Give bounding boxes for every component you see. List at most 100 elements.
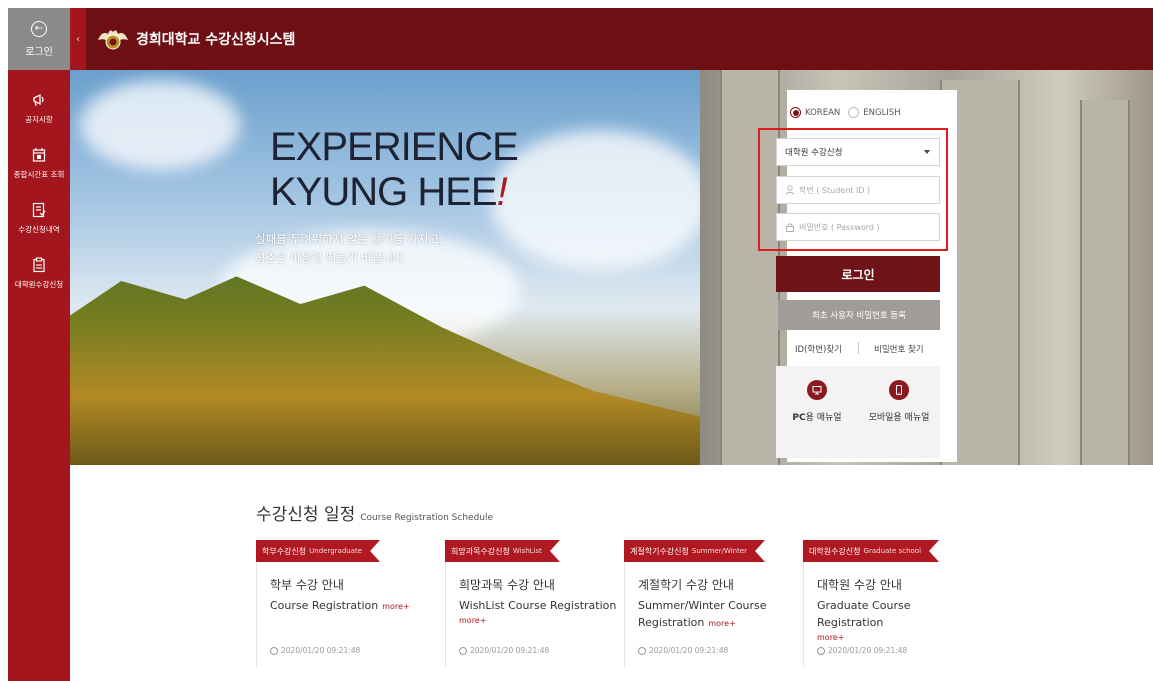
card-title-en-line2: Registration more+: [638, 614, 798, 632]
card-title-en-text: Course Registration: [270, 599, 379, 612]
hero-title-exclamation: !: [496, 170, 508, 214]
hero-cloud: [490, 130, 710, 270]
card-tag-ko: 희망과목수강신청: [451, 546, 510, 556]
schedule-card-seasonal: 계절학기수강신청 Summer/Winter 계절학기 수강 안내 Summer/…: [624, 540, 794, 670]
card-date-text: 2020/01/20 09:21:48: [649, 646, 729, 655]
card-divider: [624, 562, 625, 667]
card-tag-en: Undergraduate: [309, 547, 363, 555]
card-tag-ko: 계절학기수강신청: [630, 546, 689, 556]
schedule-card-graduate: 대학원수강신청 Graduate school 대학원 수강 안내 Graduat…: [803, 540, 973, 670]
pc-manual-rest: 용 매뉴얼: [805, 413, 842, 423]
card-title-en: Graduate Course Registration: [817, 599, 911, 629]
card-title-en: Course Registration more+: [270, 597, 430, 615]
login-button[interactable]: 로그인: [776, 256, 940, 292]
sidebar-item-label: 공지사항: [25, 115, 53, 124]
card-body: 계절학기 수강 안내 Summer/Winter Course Registra…: [638, 576, 798, 632]
hero-title-line2: KYUNG HEE: [270, 170, 498, 214]
radio-checked-icon: [790, 107, 801, 118]
card-title-ko: 희망과목 수강 안내: [459, 578, 555, 592]
card-tag-en: Graduate school: [863, 547, 922, 555]
card-date-text: 2020/01/20 09:21:48: [470, 646, 550, 655]
hero-subtitle: 실패를 두려워하지 않는 용기를 가지고, 청춘은 마음껏 뛰놀기 바랍니다.: [255, 230, 443, 268]
clock-icon: [817, 646, 825, 655]
header-title: 경희대학교 수강신청시스템: [136, 32, 296, 48]
schedule-card-undergraduate: 학부수강신청 Undergraduate 학부 수강 안내 Course Regi…: [256, 540, 426, 670]
card-body: 대학원 수강 안내 Graduate Course Registration m…: [817, 576, 977, 642]
card-more-link[interactable]: more+: [817, 633, 977, 642]
card-tag-ko: 학부수강신청: [262, 546, 307, 556]
language-selector: KOREAN ENGLISH: [790, 107, 909, 118]
card-date-text: 2020/01/20 09:21:48: [828, 646, 908, 655]
hero-title: EXPERIENCE KYUNG HEE!: [270, 125, 519, 215]
building-tower: [1080, 100, 1130, 465]
pc-manual-button[interactable]: PC용 매뉴얼: [776, 366, 858, 458]
sidebar-login-button[interactable]: ← 로그인: [8, 8, 70, 70]
schedule-title-ko: 수강신청 일정: [256, 505, 356, 525]
highlight-box: [758, 128, 948, 251]
header: 경희대학교 수강신청시스템: [86, 8, 1153, 70]
sidebar-item-notice[interactable]: 공지사항: [8, 92, 70, 125]
card-date: 2020/01/20 09:21:48: [817, 646, 907, 655]
card-title-ko: 대학원 수강 안내: [817, 578, 902, 592]
card-tag-ko: 대학원수강신청: [809, 546, 861, 556]
clipboard-icon: [33, 257, 45, 273]
login-arrow-icon: ←: [31, 20, 47, 37]
monitor-icon: [807, 380, 827, 400]
sidebar-item-graduate[interactable]: 대학원수강신청: [8, 257, 70, 290]
card-title-en-text: Registration: [638, 616, 705, 629]
sidebar-collapse-button[interactable]: ‹: [70, 8, 86, 70]
university-logo-icon: [98, 30, 128, 50]
card-title-ko: 학부 수강 안내: [270, 578, 344, 592]
megaphone-icon: [33, 93, 44, 107]
first-user-password-button[interactable]: 최초 사용자 비밀번호 등록: [778, 300, 940, 330]
card-divider: [256, 562, 257, 667]
mobile-manual-label: 모바일용 매뉴얼: [868, 413, 930, 423]
sidebar-item-label: 종합시간표 조회: [13, 170, 65, 179]
card-body: 학부 수강 안내 Course Registration more+: [270, 576, 430, 615]
pc-manual-bold: PC: [792, 413, 806, 423]
card-more-link[interactable]: more+: [459, 616, 619, 625]
mobile-phone-icon: [889, 380, 909, 400]
find-id-link[interactable]: ID(학번)찾기: [795, 343, 842, 355]
lang-english-radio[interactable]: ENGLISH: [848, 107, 901, 118]
card-title-en-line1: Summer/Winter Course: [638, 599, 767, 612]
hero-subtitle-line1: 실패를 두려워하지 않는 용기를 가지고,: [255, 232, 443, 246]
sidebar-item-label: 대학원수강신청: [14, 280, 64, 289]
hero-cloud: [80, 80, 240, 170]
radio-unchecked-icon: [848, 107, 860, 118]
find-password-link[interactable]: 비밀번호 찾기: [874, 343, 924, 355]
schedule-title-en: Course Registration Schedule: [360, 513, 494, 523]
card-more-link[interactable]: more+: [382, 602, 409, 611]
card-date: 2020/01/20 09:21:48: [270, 646, 360, 655]
schedule-card-wishlist: 희망과목수강신청 WishList 희망과목 수강 안내 WishList Cou…: [445, 540, 616, 670]
lang-korean-label: KOREAN: [805, 107, 841, 118]
card-tag: 대학원수강신청 Graduate school: [803, 540, 939, 562]
card-more-link[interactable]: more+: [708, 619, 735, 628]
card-body: 희망과목 수강 안내 WishList Course Registration …: [459, 576, 619, 625]
card-tag: 학부수강신청 Undergraduate: [256, 540, 380, 562]
sidebar-item-label: 수강신청내역: [18, 225, 60, 234]
clock-icon: [459, 646, 467, 655]
card-title-en: WishList Course Registration: [459, 599, 617, 612]
card-date: 2020/01/20 09:21:48: [459, 646, 549, 655]
calendar-icon: [32, 148, 46, 162]
pc-manual-label: PC용 매뉴얼: [792, 410, 841, 423]
card-date: 2020/01/20 09:21:48: [638, 646, 728, 655]
sidebar-login-label: 로그인: [25, 46, 53, 58]
card-divider: [445, 562, 446, 667]
checklist-icon: [32, 202, 46, 218]
card-tag-en: Summer/Winter: [691, 547, 748, 555]
lang-korean-radio[interactable]: KOREAN: [790, 107, 840, 118]
sidebar: ← 로그인 공지사항 종합시간표 조회 수강신청내역 대학원수강신청: [8, 8, 70, 681]
hero-banner: EXPERIENCE KYUNG HEE! 실패를 두려워하지 않는 용기를 가…: [70, 70, 1153, 465]
sidebar-item-history[interactable]: 수강신청내역: [8, 202, 70, 235]
mobile-manual-button[interactable]: 모바일용 매뉴얼: [858, 366, 940, 458]
card-title-ko: 계절학기 수강 안내: [638, 578, 734, 592]
hero-title-line1: EXPERIENCE: [270, 125, 519, 169]
card-tag: 희망과목수강신청 WishList: [445, 540, 560, 562]
card-divider: [803, 562, 804, 667]
sidebar-item-timetable[interactable]: 종합시간표 조회: [8, 147, 70, 180]
find-divider: [858, 342, 859, 354]
lang-english-label: ENGLISH: [863, 107, 901, 118]
card-tag: 계절학기수강신청 Summer/Winter: [624, 540, 765, 562]
